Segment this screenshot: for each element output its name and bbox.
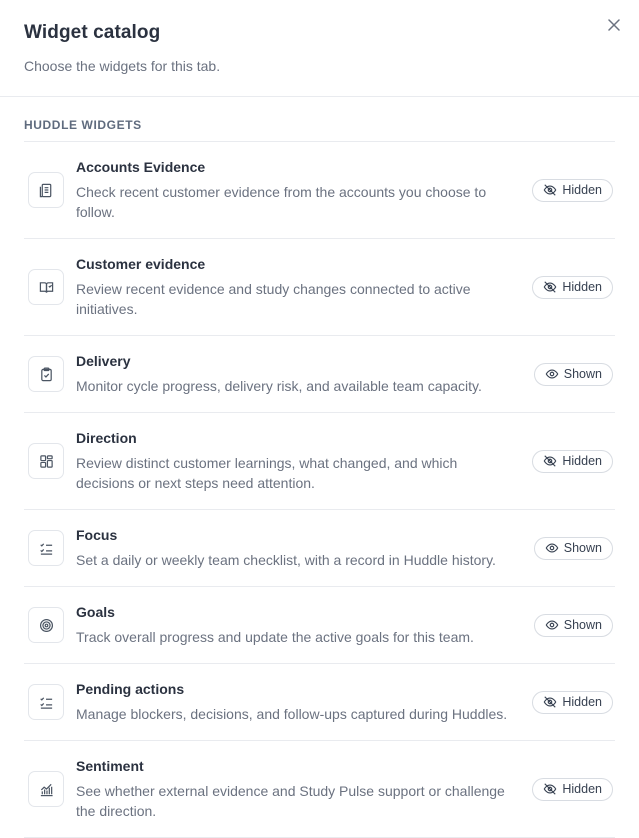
bar-trend-icon bbox=[40, 783, 53, 796]
widget-row-direction: Direction Review distinct customer learn… bbox=[24, 413, 615, 510]
widget-title: Focus bbox=[76, 527, 118, 543]
open-book-icon bbox=[39, 281, 53, 293]
widget-row-customer-evidence: Customer evidence Review recent evidence… bbox=[24, 239, 615, 336]
visibility-toggle[interactable]: Shown bbox=[533, 613, 613, 637]
dialog-header: Widget catalog Choose the widgets for th… bbox=[0, 0, 639, 97]
widget-row-accounts-evidence: Accounts Evidence Check recent customer … bbox=[24, 142, 615, 239]
checklist-icon bbox=[39, 542, 52, 555]
close-icon bbox=[608, 19, 620, 31]
eye-off-icon bbox=[544, 455, 557, 467]
widget-description: Review recent evidence and study changes… bbox=[76, 281, 471, 317]
visibility-toggle[interactable]: Hidden bbox=[532, 178, 613, 202]
widget-description: Review distinct customer learnings, what… bbox=[76, 455, 458, 491]
visibility-label: Hidden bbox=[562, 454, 602, 468]
clipboard-check-icon bbox=[40, 367, 52, 381]
layout-grid-icon bbox=[39, 454, 53, 468]
widget-title: Customer evidence bbox=[76, 256, 206, 272]
widget-icon-box bbox=[28, 530, 64, 566]
visibility-toggle[interactable]: Shown bbox=[533, 362, 613, 386]
visibility-label: Shown bbox=[563, 367, 602, 381]
dialog-title: Widget catalog bbox=[24, 22, 161, 43]
eye-icon bbox=[545, 369, 559, 379]
eye-off-icon bbox=[544, 184, 557, 196]
visibility-label: Hidden bbox=[562, 782, 602, 796]
section-title: HUDDLE WIDGETS bbox=[24, 97, 615, 142]
visibility-toggle[interactable]: Shown bbox=[533, 536, 613, 560]
visibility-label: Hidden bbox=[562, 280, 602, 294]
visibility-label: Hidden bbox=[562, 695, 602, 709]
widget-description: Check recent customer evidence from the … bbox=[76, 184, 487, 220]
widget-title: Pending actions bbox=[76, 681, 185, 697]
eye-off-icon bbox=[544, 281, 557, 293]
widget-title: Goals bbox=[76, 604, 115, 620]
widget-icon-box bbox=[28, 443, 64, 479]
widget-row-delivery: Delivery Monitor cycle progress, deliver… bbox=[24, 336, 615, 413]
visibility-toggle[interactable]: Hidden bbox=[532, 777, 613, 801]
document-list-icon bbox=[39, 183, 51, 197]
widget-icon-box bbox=[28, 684, 64, 720]
visibility-toggle[interactable]: Hidden bbox=[532, 275, 613, 299]
widget-title: Direction bbox=[76, 430, 137, 446]
widget-title: Delivery bbox=[76, 353, 131, 369]
widget-icon-box bbox=[28, 771, 64, 807]
widget-description: Monitor cycle progress, delivery risk, a… bbox=[76, 378, 482, 394]
checklist-icon bbox=[39, 696, 52, 709]
widget-row-goals: Goals Track overall progress and update … bbox=[24, 587, 615, 664]
widget-title: Sentiment bbox=[76, 758, 144, 774]
widget-row-sentiment: Sentiment See whether external evidence … bbox=[24, 741, 615, 838]
widget-icon-box bbox=[28, 172, 64, 208]
widget-title: Accounts Evidence bbox=[76, 159, 206, 175]
visibility-toggle[interactable]: Hidden bbox=[532, 449, 613, 473]
eye-off-icon bbox=[544, 696, 557, 708]
widget-description: Track overall progress and update the ac… bbox=[76, 629, 474, 645]
visibility-toggle[interactable]: Hidden bbox=[532, 690, 613, 714]
eye-icon bbox=[545, 543, 559, 553]
eye-off-icon bbox=[544, 783, 557, 795]
widget-description: Set a daily or weekly team checklist, wi… bbox=[76, 552, 496, 568]
eye-icon bbox=[545, 620, 559, 630]
huddle-widgets-section: HUDDLE WIDGETS Accounts Evidence Check r… bbox=[0, 97, 639, 838]
widget-icon-box bbox=[28, 607, 64, 643]
target-icon bbox=[39, 618, 53, 632]
widget-row-pending-actions: Pending actions Manage blockers, decisio… bbox=[24, 664, 615, 741]
widget-row-focus: Focus Set a daily or weekly team checkli… bbox=[24, 510, 615, 587]
widget-icon-box bbox=[28, 356, 64, 392]
visibility-label: Shown bbox=[563, 618, 602, 632]
visibility-label: Shown bbox=[563, 541, 602, 555]
close-button[interactable] bbox=[603, 14, 625, 36]
visibility-label: Hidden bbox=[562, 183, 602, 197]
widget-catalog-dialog: Widget catalog Choose the widgets for th… bbox=[0, 0, 639, 838]
widget-description: See whether external evidence and Study … bbox=[76, 783, 505, 819]
widget-description: Manage blockers, decisions, and follow-u… bbox=[76, 706, 508, 722]
widget-icon-box bbox=[28, 269, 64, 305]
dialog-subtitle: Choose the widgets for this tab. bbox=[24, 58, 221, 74]
